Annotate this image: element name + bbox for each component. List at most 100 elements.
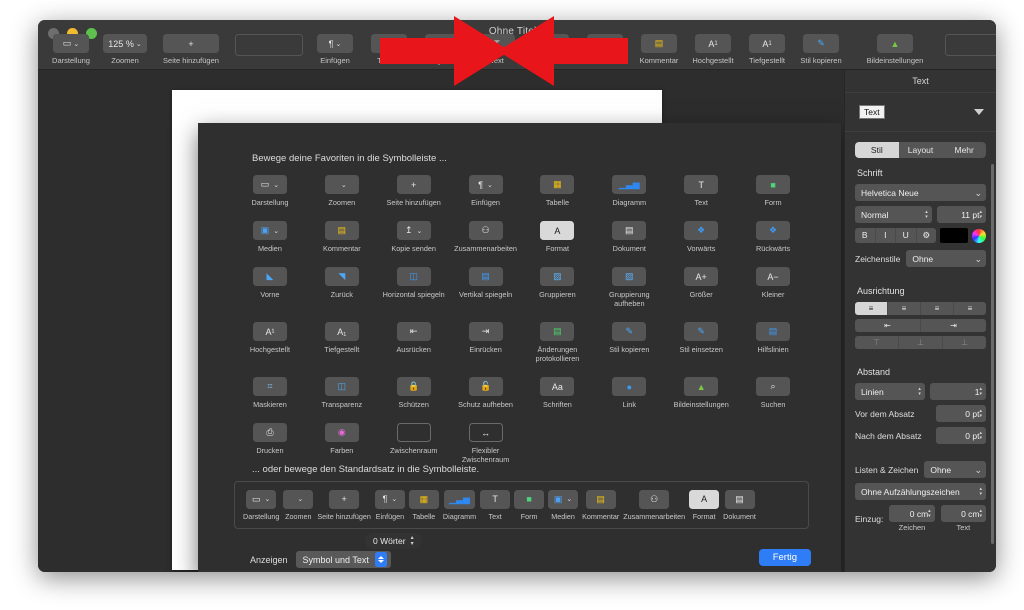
stepper-icon[interactable]: ▴ ▾	[411, 535, 414, 547]
stepper-icon[interactable]: ▴ ▾	[979, 209, 982, 220]
valign-top-icon[interactable]: ⊤	[855, 336, 899, 349]
palette-item[interactable]: ▤ Hilfslinien	[737, 316, 809, 363]
italic-button[interactable]: I	[876, 228, 896, 243]
object-selector-row[interactable]: Text	[845, 93, 996, 132]
palette-item[interactable]: ▤ Dokument	[593, 215, 665, 253]
palette-item[interactable]: ▤ Vertikal spiegeln	[450, 261, 522, 308]
forward-icon[interactable]: ❖	[684, 221, 719, 240]
plus-icon[interactable]: +	[329, 489, 360, 509]
anzeigen-select[interactable]: Symbol und Text	[295, 551, 391, 568]
image-settings-icon[interactable]: ▲	[877, 34, 913, 53]
palette-item[interactable]: A Format	[522, 215, 594, 253]
palette-item[interactable]: ⇤ Ausrücken	[378, 316, 450, 363]
palette-item[interactable]: + Seite hinzufügen	[378, 169, 450, 207]
default-set-item[interactable]: + Seite hinzufügen	[317, 489, 371, 521]
subscript-icon[interactable]: A₁	[324, 322, 359, 341]
palette-item[interactable]: ◥ Zurück	[306, 261, 378, 308]
stepper-icon[interactable]: ▴ ▾	[979, 430, 982, 441]
stepper-icon[interactable]: ▴ ▾	[980, 508, 983, 519]
link-icon[interactable]: ●	[612, 377, 647, 396]
font-size-field[interactable]: 11 pt ▴ ▾	[936, 206, 986, 223]
indent-icon[interactable]: ⇥	[921, 319, 986, 332]
space-icon[interactable]	[396, 423, 431, 442]
default-set-item[interactable]: ▭ ⌄ Darstellung	[243, 489, 279, 521]
einzug-zeichen-field[interactable]: 0 cm ▴ ▾	[889, 505, 935, 522]
align-justify-icon[interactable]: ≡	[954, 302, 986, 315]
palette-item[interactable]: Aa Schriften	[522, 371, 594, 409]
zoom-level-popup[interactable]: 125 % ⌄	[103, 34, 147, 53]
default-set-item[interactable]: ▁▃▅ Diagramm	[443, 489, 476, 521]
default-set-item[interactable]: ■ Form	[514, 489, 545, 521]
palette-item[interactable]: Zwischenraum	[378, 417, 450, 464]
print-icon[interactable]: ⎙	[252, 423, 287, 442]
table-icon[interactable]: ▦	[408, 489, 439, 509]
toolbar-item-einfuegen[interactable]: ¶ ⌄ Einfügen	[310, 34, 360, 65]
palette-item[interactable]: ✎ Stil kopieren	[593, 316, 665, 363]
chart-icon[interactable]: ▁▃▅	[444, 489, 475, 509]
flip-vertical-icon[interactable]: ▤	[468, 267, 503, 286]
default-set-item[interactable]: ⌄ Zoomen	[283, 489, 314, 521]
palette-item[interactable]: ❖ Vorwärts	[665, 215, 737, 253]
toolbar-item-seite-hinzufuegen[interactable]: + Seite hinzufügen	[154, 34, 228, 65]
comment-icon[interactable]: ▤	[324, 221, 359, 240]
fonts-icon[interactable]: Aa	[540, 377, 575, 396]
outdent-icon[interactable]: ⇤	[396, 322, 431, 341]
palette-item[interactable]: ↔ Flexibler Zwischenraum	[450, 417, 522, 464]
align-center-icon[interactable]: ≡	[888, 302, 921, 315]
word-count-badge[interactable]: 0 Wörter ▴ ▾	[365, 533, 422, 549]
bullet-style-select[interactable]: Ohne Aufzählungszeichen ▴ ▾	[855, 483, 986, 500]
chevron-down-icon[interactable]	[974, 109, 984, 115]
bold-button[interactable]: B	[855, 228, 876, 243]
tab-stil[interactable]: Stil	[855, 142, 899, 158]
transparency-icon[interactable]: ◫	[324, 377, 359, 396]
listen-select[interactable]: Ohne	[924, 461, 986, 478]
backward-icon[interactable]: ❖	[756, 221, 791, 240]
toolbar-item-tiefgestellt[interactable]: A1 Tiefgestellt	[742, 34, 792, 65]
plus-icon[interactable]: +	[163, 34, 219, 53]
palette-item[interactable]: ◫ Transparenz	[306, 371, 378, 409]
format-brush-icon[interactable]: A	[689, 489, 720, 509]
style-paste-icon[interactable]: ✎	[684, 322, 719, 341]
default-set-item[interactable]: ▤ Kommentar	[582, 489, 619, 521]
font-bigger-icon[interactable]: A+	[684, 267, 719, 286]
color-wheel-icon[interactable]	[972, 228, 986, 243]
palette-item[interactable]: ¶ ⌄ Einfügen	[450, 169, 522, 207]
unlock-icon[interactable]: 🔓	[468, 377, 503, 396]
default-set-item[interactable]: ¶ ⌄ Einfügen	[374, 489, 405, 521]
chart-icon[interactable]: ▁▃▅	[612, 175, 647, 194]
zeichenstile-select[interactable]: Ohne	[906, 250, 986, 267]
palette-item[interactable]: 🔓 Schutz aufheben	[450, 371, 522, 409]
palette-item[interactable]: ⌗ Maskieren	[234, 371, 306, 409]
text-color-swatch[interactable]	[940, 228, 968, 243]
palette-item[interactable]: ◫ Horizontal spiegeln	[378, 261, 450, 308]
zoom-icon[interactable]: ⌄	[324, 175, 359, 194]
spacing-mode-select[interactable]: Linien ▴ ▾	[855, 383, 925, 400]
media-icon[interactable]: ▣⌄	[252, 221, 287, 240]
font-weight-select[interactable]: Normal ▴ ▾	[855, 206, 932, 223]
toolbar-item-darstellung[interactable]: ▭ ⌄ Darstellung	[46, 34, 96, 65]
palette-item[interactable]: ▤ Kommentar	[306, 215, 378, 253]
document-icon[interactable]: ▤	[612, 221, 647, 240]
inspector-scrollbar[interactable]	[991, 164, 994, 544]
colors-icon[interactable]: ◉	[324, 423, 359, 442]
font-family-select[interactable]: Helvetica Neue	[855, 184, 986, 201]
palette-item[interactable]: ⎙ Drucken	[234, 417, 306, 464]
palette-item[interactable]: ⌕ Suchen	[737, 371, 809, 409]
stepper-icon[interactable]: ▴ ▾	[928, 508, 931, 519]
palette-item[interactable]: ▁▃▅ Diagramm	[593, 169, 665, 207]
shape-icon[interactable]: ■	[514, 489, 545, 509]
stepper-icon[interactable]: ▴ ▾	[925, 209, 928, 220]
after-paragraph-field[interactable]: 0 pt ▴ ▾	[936, 427, 986, 444]
spacing-amount-field[interactable]: 1 ▴ ▾	[929, 383, 986, 400]
pilcrow-icon[interactable]: ¶ ⌄	[317, 34, 353, 53]
default-set-item[interactable]: ▣ ⌄ Medien	[548, 489, 579, 521]
palette-item[interactable]: ↥ ⌄ Kopie senden	[378, 215, 450, 253]
superscript-icon[interactable]: A1	[695, 34, 731, 53]
collaborate-icon[interactable]: ⚇	[639, 489, 670, 509]
comment-icon[interactable]: ▤	[585, 489, 616, 509]
stepper-icon[interactable]	[374, 552, 387, 567]
guides-icon[interactable]: ▤	[756, 322, 791, 341]
palette-item[interactable]: ❖ Rückwärts	[737, 215, 809, 253]
palette-item[interactable]: ◉ Farben	[306, 417, 378, 464]
palette-item[interactable]: A¹ Hochgestellt	[234, 316, 306, 363]
